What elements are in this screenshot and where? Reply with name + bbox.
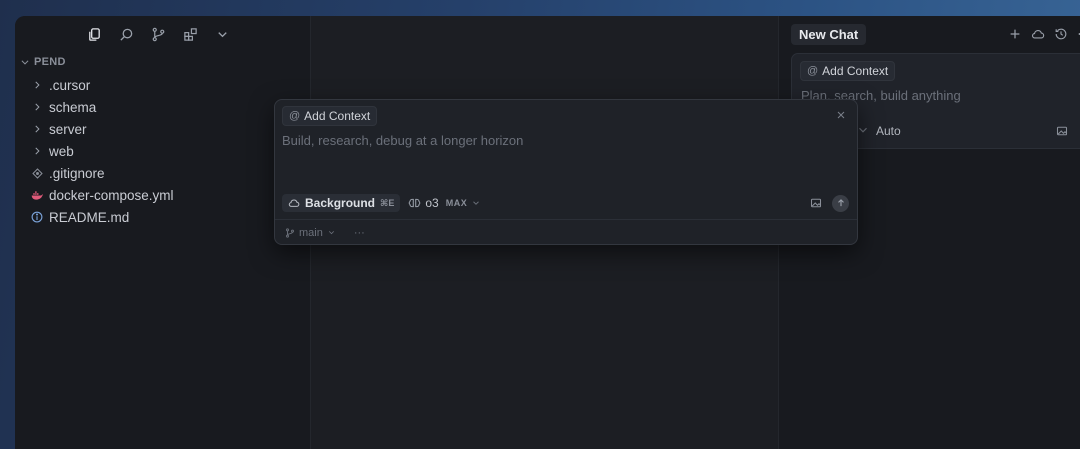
explorer-toolbar — [84, 24, 232, 44]
chat-header: New Chat — [791, 23, 1080, 45]
more-options-button[interactable]: ··· — [354, 227, 365, 239]
model-selector[interactable]: o3 MAX — [408, 196, 481, 210]
chat-tab[interactable]: New Chat — [791, 23, 867, 45]
add-context-label: Add Context — [304, 109, 371, 123]
chevron-right-icon — [31, 101, 43, 113]
tree-item-label: docker-compose.yml — [49, 187, 174, 203]
extensions-icon[interactable] — [180, 24, 200, 44]
plus-icon[interactable] — [1008, 27, 1022, 41]
add-context-button[interactable]: @ Add Context — [282, 106, 378, 126]
chevron-right-icon — [31, 145, 43, 157]
brain-icon — [408, 197, 421, 209]
tree-item-label: README.md — [49, 209, 130, 225]
chevron-down-icon[interactable] — [212, 24, 232, 44]
chevron-down-icon — [327, 228, 336, 237]
explorer-section-header[interactable]: PEND — [20, 56, 66, 68]
cloud-icon — [288, 197, 300, 209]
tree-item-readme[interactable]: README.md — [15, 206, 310, 228]
tree-item-cursor[interactable]: .cursor — [15, 74, 310, 96]
chevron-right-icon — [31, 79, 43, 91]
close-icon[interactable] — [835, 109, 847, 121]
tree-item-docker-compose[interactable]: docker-compose.yml — [15, 184, 310, 206]
chevron-down-icon[interactable] — [856, 123, 870, 137]
image-icon[interactable] — [810, 197, 822, 209]
cloud-icon[interactable] — [1031, 27, 1045, 41]
tree-item-server[interactable]: server — [15, 118, 310, 140]
tree-item-gitignore[interactable]: .gitignore — [15, 162, 310, 184]
composer-footer: main ··· — [275, 219, 857, 245]
tree-item-label: server — [49, 121, 87, 137]
background-agent-composer[interactable]: @ Add Context Build, research, debug at … — [274, 99, 858, 245]
branch-name: main — [299, 226, 323, 239]
arrow-up-icon — [837, 199, 844, 207]
info-icon — [31, 211, 43, 223]
add-context-button[interactable]: @ Add Context — [800, 61, 896, 81]
explorer-panel: PEND .cursor schema server web .gitignor… — [15, 16, 311, 449]
composer-right-actions — [810, 194, 849, 212]
file-tree: .cursor schema server web .gitignore doc… — [15, 74, 310, 228]
composer-controls: Background ⌘E o3 MAX — [282, 193, 849, 213]
mode-selector[interactable]: Auto — [876, 124, 901, 138]
at-icon: @ — [289, 110, 301, 122]
background-shortcut: ⌘E — [380, 197, 395, 208]
docker-icon — [31, 189, 43, 201]
source-control-icon[interactable] — [148, 24, 168, 44]
files-icon[interactable] — [84, 24, 104, 44]
model-name: o3 — [425, 196, 439, 210]
branch-icon — [285, 227, 295, 238]
tree-item-label: .cursor — [49, 77, 91, 93]
tree-item-label: web — [49, 143, 74, 159]
chat-actions — [1008, 23, 1080, 45]
branch-selector[interactable]: main — [285, 227, 336, 239]
tree-item-web[interactable]: web — [15, 140, 310, 162]
tree-item-label: .gitignore — [49, 165, 105, 181]
max-badge: MAX — [445, 198, 468, 208]
composer-placeholder[interactable]: Build, research, debug at a longer horiz… — [282, 133, 523, 148]
chevron-right-icon — [31, 123, 43, 135]
chevron-down-icon — [471, 198, 481, 208]
history-icon[interactable] — [1054, 27, 1068, 41]
section-title: PEND — [34, 56, 66, 68]
git-icon — [31, 167, 43, 179]
send-button[interactable] — [832, 194, 849, 212]
tree-item-schema[interactable]: schema — [15, 96, 310, 118]
tree-item-label: schema — [49, 99, 97, 115]
at-icon: @ — [807, 65, 819, 77]
add-context-label: Add Context — [822, 64, 889, 78]
image-icon[interactable] — [1056, 125, 1068, 137]
chevron-down-icon — [20, 57, 30, 67]
background-mode-button[interactable]: Background ⌘E — [282, 194, 401, 212]
background-label: Background — [305, 196, 376, 210]
search-icon[interactable] — [116, 24, 136, 44]
